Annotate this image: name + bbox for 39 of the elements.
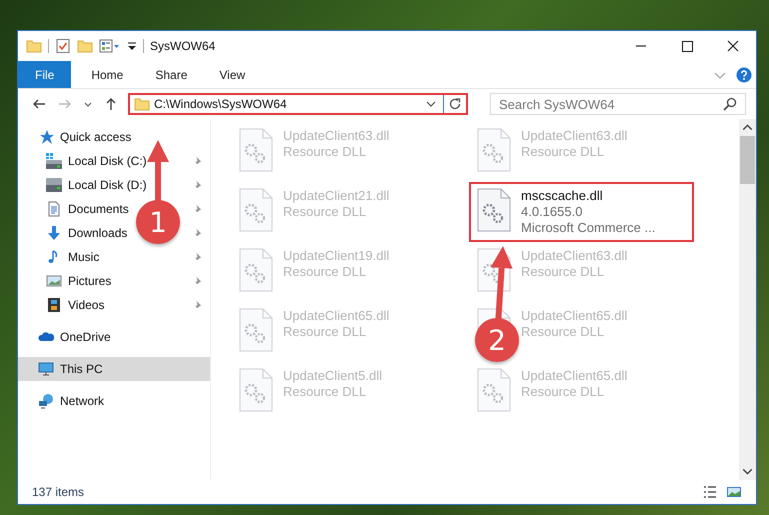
file-detail: Resource DLL [283, 204, 366, 220]
sidebar-item[interactable]: Videos [68, 298, 185, 312]
file-detail: Microsoft Commerce ... [521, 220, 656, 236]
file-detail: 4.0.1655.0 [521, 204, 582, 220]
sidebar-item[interactable]: Local Disk (D:) [68, 178, 185, 192]
file-name: mscscache.dll [521, 188, 603, 204]
sidebar-item[interactable]: This PC [18, 357, 210, 381]
item-count: 137 items [32, 485, 84, 499]
file-name: UpdateClient19.dll [283, 248, 390, 264]
file-name: UpdateClient63.dll [521, 248, 628, 264]
sidebar-item[interactable]: Network [60, 394, 210, 408]
file-detail: Resource DLL [521, 324, 604, 340]
file-name: UpdateClient63.dll [521, 128, 628, 144]
sidebar-item[interactable]: Music [68, 250, 185, 264]
window-title: SysWOW64 [150, 39, 216, 53]
file-name: UpdateClient65.dll [521, 368, 628, 384]
ribbon-tab[interactable]: Share [139, 61, 204, 88]
search-field[interactable]: Search SysWOW64 [490, 93, 746, 115]
file-name: UpdateClient65.dll [521, 308, 628, 324]
file-detail: Resource DLL [283, 384, 366, 400]
file-detail: Resource DLL [283, 324, 366, 340]
file-detail: Resource DLL [521, 144, 604, 160]
file-name: UpdateClient5.dll [283, 368, 382, 384]
ribbon-tab[interactable]: View [203, 61, 262, 88]
ribbon-tab[interactable]: Home [75, 61, 140, 88]
sidebar-item[interactable]: OneDrive [60, 330, 210, 344]
file-detail: Resource DLL [521, 384, 604, 400]
file-menu-tab[interactable]: File [18, 61, 72, 88]
file-name: UpdateClient65.dll [283, 308, 390, 324]
file-detail: Resource DLL [283, 264, 366, 280]
sidebar-item[interactable]: Quick access [60, 130, 210, 144]
file-detail: Resource DLL [283, 144, 366, 160]
file-name: UpdateClient63.dll [283, 128, 390, 144]
address-bar[interactable]: C:\Windows\SysWOW64 [128, 93, 468, 115]
file-item[interactable]: mscscache.dll 4.0.1655.0 Microsoft Commerce ... [469, 182, 694, 242]
file-name: UpdateClient21.dll [283, 188, 390, 204]
sidebar-item[interactable]: Pictures [68, 274, 185, 288]
sidebar-item[interactable]: Local Disk (C:) [68, 154, 185, 168]
file-detail: Resource DLL [521, 264, 604, 280]
